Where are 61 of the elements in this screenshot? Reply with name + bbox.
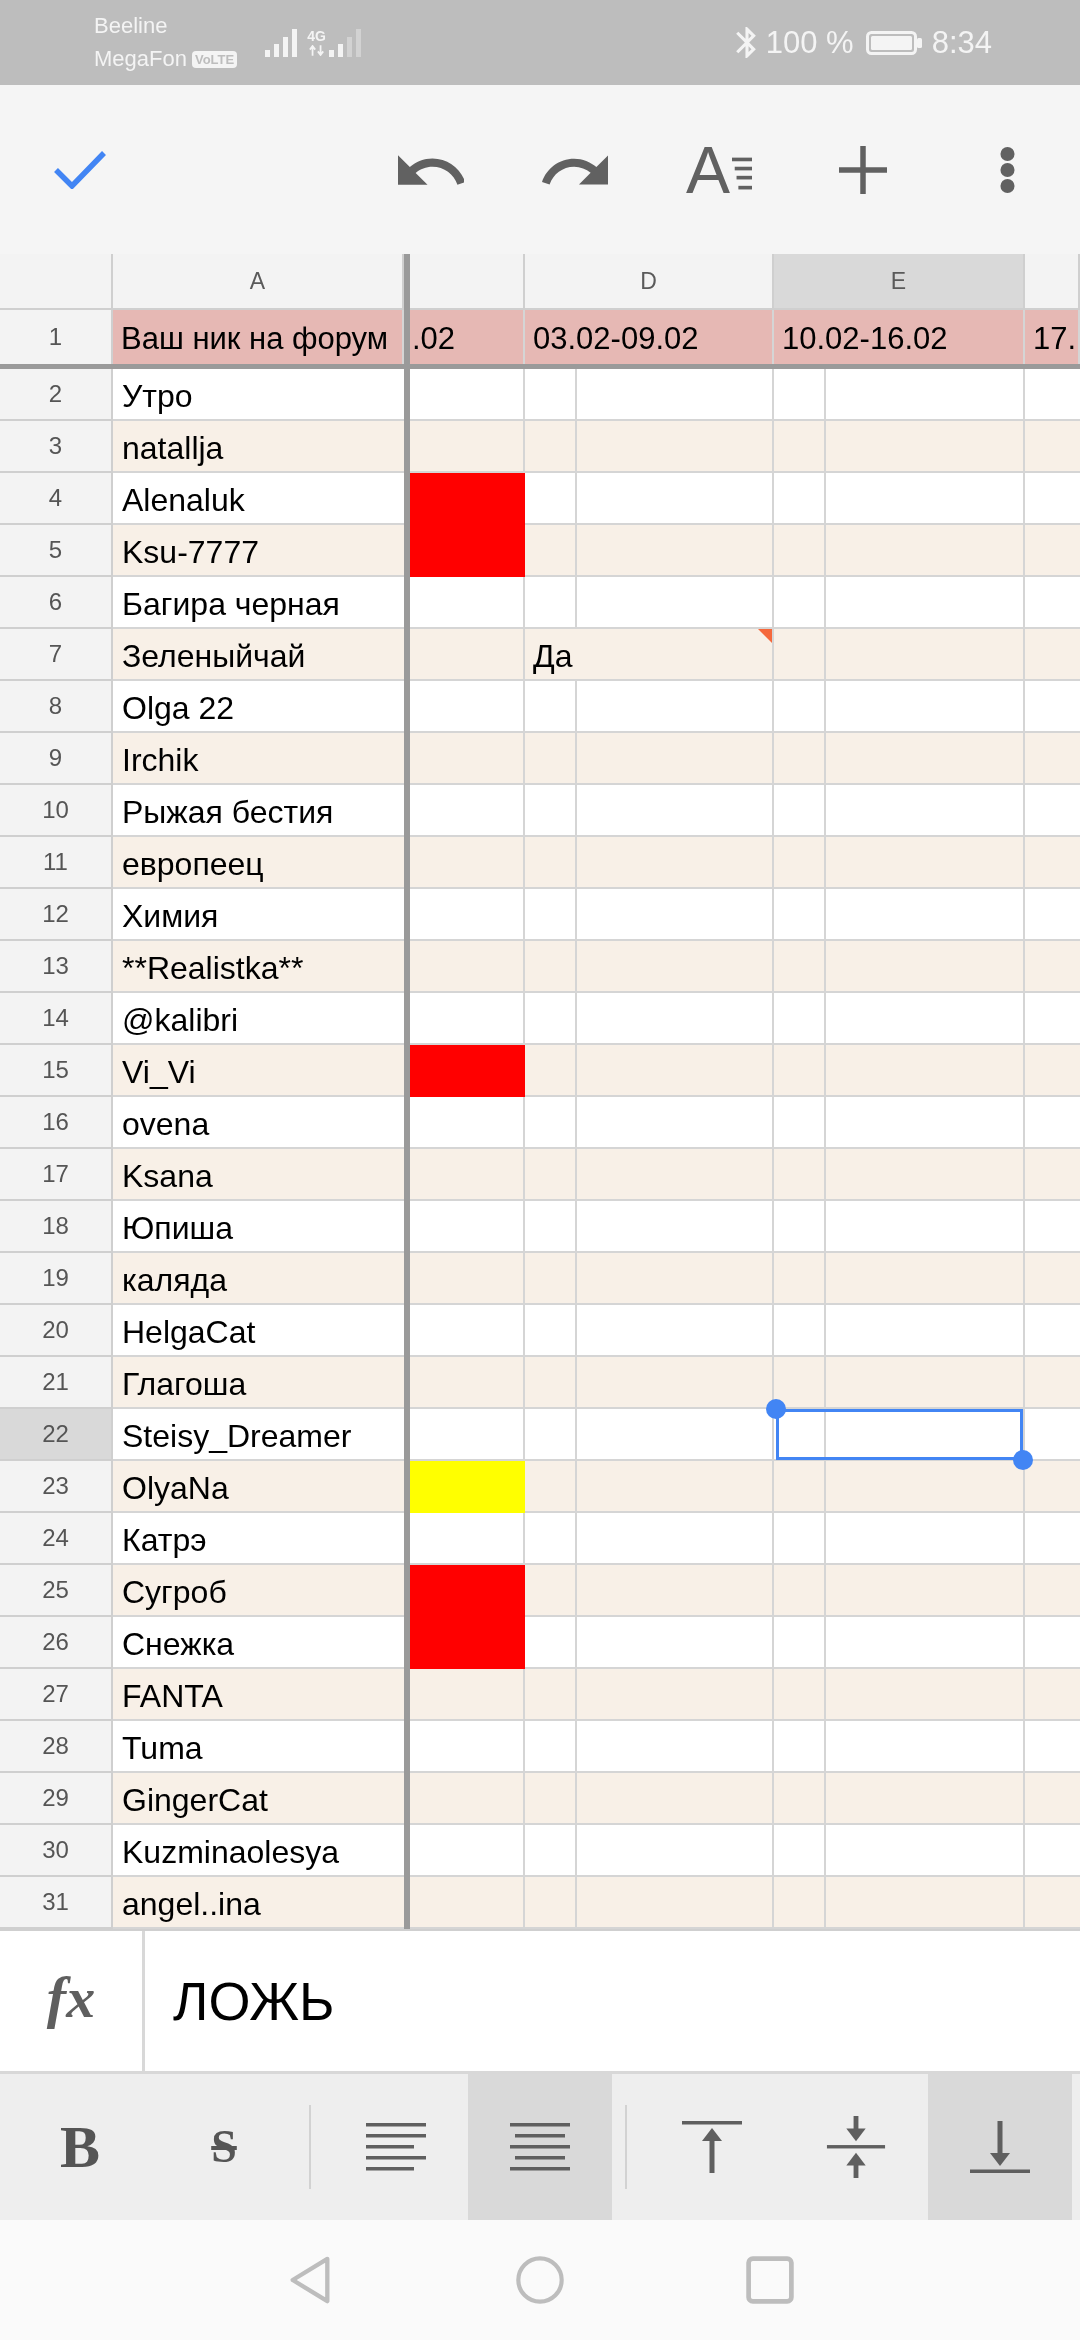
row-number[interactable]: 1 <box>0 310 113 364</box>
row-number[interactable]: 15 <box>0 1045 113 1097</box>
recents-icon <box>746 2255 794 2305</box>
lines-icon <box>732 156 752 191</box>
column-header[interactable]: D <box>525 254 774 310</box>
plus-icon <box>839 145 887 194</box>
column-header[interactable]: E <box>774 254 1025 310</box>
column-header[interactable]: A <box>113 254 404 310</box>
row-number[interactable]: 24 <box>0 1513 113 1565</box>
selection-handle[interactable] <box>766 1399 786 1419</box>
row-number[interactable]: 7 <box>0 629 113 681</box>
strikethrough-button[interactable]: S <box>152 2074 296 2220</box>
signal-icon <box>265 28 298 57</box>
check-icon <box>54 150 106 189</box>
undo-icon <box>398 154 464 185</box>
bold-button[interactable]: B <box>8 2074 152 2220</box>
more-icon <box>999 145 1015 194</box>
row-number[interactable]: 2 <box>0 369 113 421</box>
row-number[interactable]: 19 <box>0 1253 113 1305</box>
row-number[interactable]: 8 <box>0 681 113 733</box>
row-number[interactable]: 10 <box>0 785 113 837</box>
align-bottom-icon <box>970 2121 1030 2173</box>
row-number[interactable]: 28 <box>0 1721 113 1773</box>
text-format-button[interactable]: A <box>647 109 791 230</box>
bluetooth-icon <box>735 27 756 58</box>
row-number[interactable]: 31 <box>0 1877 113 1929</box>
battery-icon <box>865 30 922 55</box>
row-number[interactable]: 27 <box>0 1669 113 1721</box>
row-number[interactable]: 29 <box>0 1773 113 1825</box>
row-number[interactable]: 3 <box>0 421 113 473</box>
align-center-icon <box>510 2123 570 2171</box>
align-center-button[interactable] <box>468 2074 612 2220</box>
row-number[interactable]: 9 <box>0 733 113 785</box>
row-number[interactable]: 20 <box>0 1305 113 1357</box>
align-bottom-button[interactable] <box>928 2074 1072 2220</box>
row-number[interactable]: 30 <box>0 1825 113 1877</box>
row-number[interactable]: 13 <box>0 941 113 993</box>
row-number[interactable]: 14 <box>0 993 113 1045</box>
row-number[interactable]: 22 <box>0 1409 113 1461</box>
redo-icon <box>542 154 608 185</box>
row-number[interactable]: 18 <box>0 1201 113 1253</box>
row-number[interactable]: 26 <box>0 1617 113 1669</box>
function-button[interactable]: fx <box>0 1931 145 2071</box>
align-top-icon <box>682 2121 742 2173</box>
align-left-icon <box>366 2123 426 2171</box>
selection-handle[interactable] <box>1013 1450 1033 1470</box>
row-number[interactable]: 4 <box>0 473 113 525</box>
align-middle-icon <box>826 2116 886 2178</box>
row-number[interactable]: 12 <box>0 889 113 941</box>
row-number[interactable]: 23 <box>0 1461 113 1513</box>
formula-input[interactable]: ЛОЖЬ <box>145 1931 1080 2071</box>
row-number[interactable]: 16 <box>0 1097 113 1149</box>
signal-icon <box>328 28 361 57</box>
row-number[interactable]: 25 <box>0 1565 113 1617</box>
row-number[interactable]: 17 <box>0 1149 113 1201</box>
row-number[interactable]: 6 <box>0 577 113 629</box>
row-number[interactable]: 21 <box>0 1357 113 1409</box>
row-number[interactable]: 5 <box>0 525 113 577</box>
home-icon <box>516 2255 564 2305</box>
row-number[interactable]: 11 <box>0 837 113 889</box>
data-arrows-icon <box>308 45 325 56</box>
